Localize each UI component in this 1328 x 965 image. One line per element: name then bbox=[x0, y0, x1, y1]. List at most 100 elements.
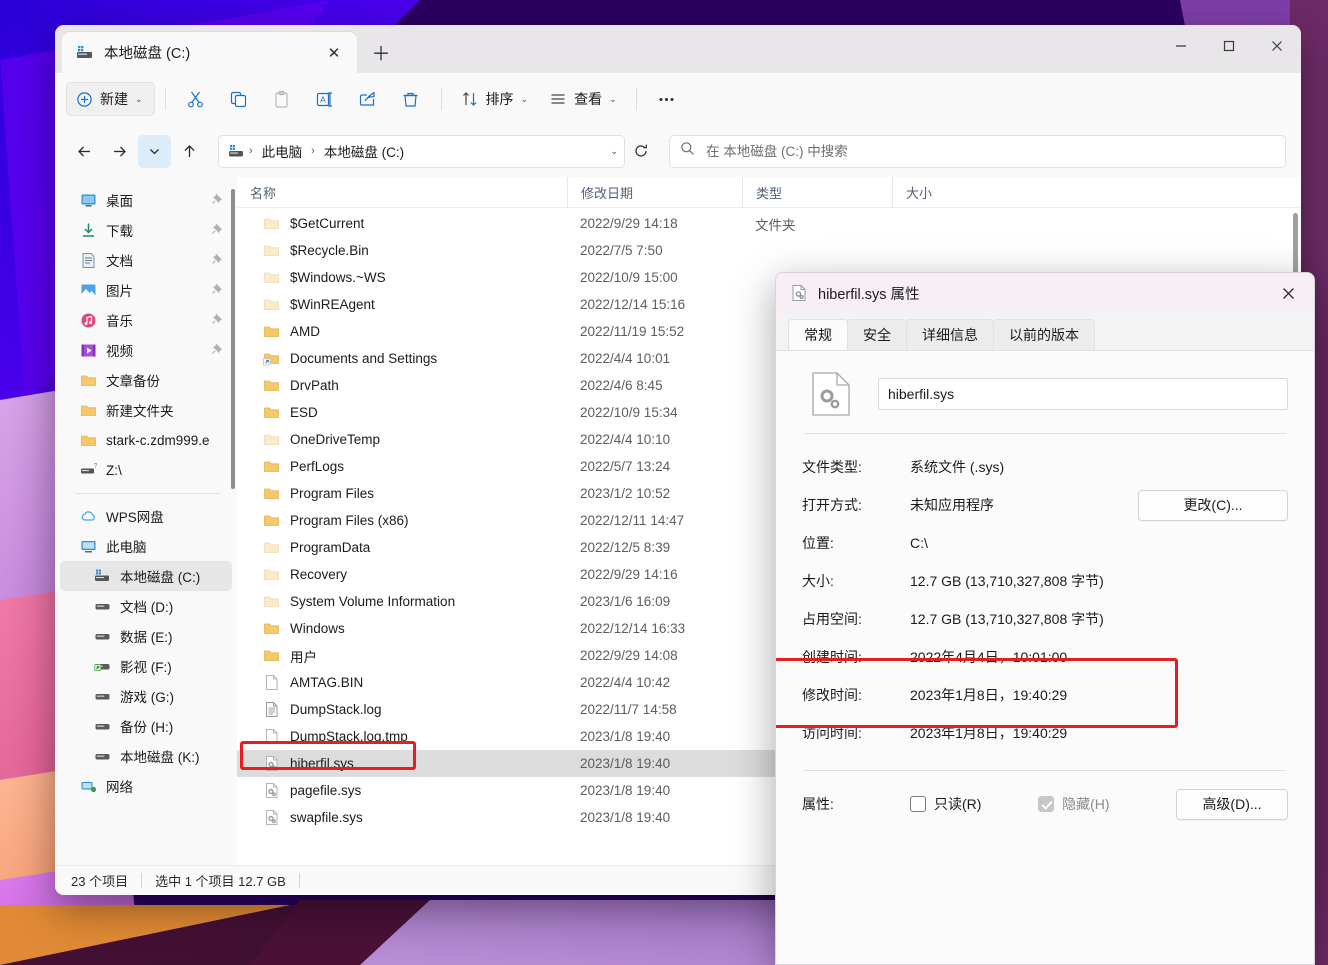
column-label: 名称 bbox=[250, 183, 276, 202]
sidebar-item-label: 桌面 bbox=[106, 190, 133, 210]
maximize-icon[interactable] bbox=[1205, 25, 1253, 67]
address-bar[interactable]: › 此电脑 › 本地磁盘 (C:) ⌄ bbox=[218, 135, 625, 168]
forward-button[interactable] bbox=[103, 135, 136, 168]
column-header-3[interactable]: 类型 bbox=[742, 177, 892, 208]
sidebar-device-6[interactable]: 影视 (F:) bbox=[60, 651, 232, 681]
readonly-checkbox[interactable]: 只读(R) bbox=[910, 794, 1038, 814]
table-row[interactable]: $Recycle.Bin2022/7/5 7:50 bbox=[237, 237, 1301, 264]
sidebar-device-7[interactable]: 游戏 (G:) bbox=[60, 681, 232, 711]
sidebar-item-4[interactable]: 图片 bbox=[60, 275, 232, 305]
sidebar-device-8[interactable]: 备份 (H:) bbox=[60, 711, 232, 741]
file-name: Program Files bbox=[290, 486, 374, 501]
chevron-down-icon: ⌄ bbox=[609, 94, 617, 105]
sidebar-item-5[interactable]: 音乐 bbox=[60, 305, 232, 335]
rename-button[interactable]: A bbox=[305, 81, 345, 117]
sort-button[interactable]: 排序 ⌄ bbox=[452, 81, 538, 117]
sidebar-device-2[interactable]: 此电脑 bbox=[60, 531, 232, 561]
sidebar-item-9[interactable]: stark-c.zdm999.e bbox=[60, 425, 232, 455]
sidebar-item-1[interactable]: 桌面 bbox=[60, 185, 232, 215]
change-button[interactable]: 更改(C)... bbox=[1138, 490, 1288, 521]
file-date: 2022/4/4 10:01 bbox=[567, 351, 742, 366]
search-box[interactable] bbox=[669, 135, 1286, 168]
attributes-label: 属性: bbox=[802, 794, 910, 814]
column-headers: 名称 ⌃ 修改日期 类型大小 bbox=[237, 177, 1301, 208]
pin-icon[interactable] bbox=[211, 252, 224, 268]
checkbox-box-checked bbox=[1038, 796, 1054, 812]
new-tab-icon[interactable]: ＋ bbox=[364, 35, 398, 69]
search-input[interactable] bbox=[706, 144, 1275, 159]
sidebar-item-3[interactable]: 文档 bbox=[60, 245, 232, 275]
column-header-2[interactable]: 修改日期 bbox=[567, 177, 742, 208]
delete-button[interactable] bbox=[391, 81, 431, 117]
sidebar-device-label: 游戏 (G:) bbox=[120, 686, 174, 706]
sidebar-item-2[interactable]: 下载 bbox=[60, 215, 232, 245]
pin-icon[interactable] bbox=[211, 282, 224, 298]
column-label: 修改日期 bbox=[581, 183, 633, 202]
file-date: 2022/10/9 15:34 bbox=[567, 405, 742, 420]
recent-locations-button[interactable] bbox=[138, 135, 171, 168]
svg-text:A: A bbox=[320, 94, 326, 104]
dialog-title: hiberfil.sys 属性 bbox=[818, 283, 1266, 304]
checkbox-box bbox=[910, 796, 926, 812]
sidebar-device-10[interactable]: 网络 bbox=[60, 771, 232, 801]
file-name-cell: Windows bbox=[237, 620, 567, 637]
devices-list: WPS网盘此电脑本地磁盘 (C:)文档 (D:)数据 (E:)影视 (F:) 游戏… bbox=[55, 501, 237, 801]
sidebar-device-3[interactable]: 本地磁盘 (C:) bbox=[60, 561, 232, 591]
advanced-button[interactable]: 高级(D)... bbox=[1176, 789, 1288, 820]
sidebar-item-8[interactable]: 新建文件夹 bbox=[60, 395, 232, 425]
minimize-icon[interactable] bbox=[1157, 25, 1205, 67]
sidebar-device-4[interactable]: 文档 (D:) bbox=[60, 591, 232, 621]
close-dialog-icon[interactable] bbox=[1266, 273, 1310, 313]
column-header-4[interactable]: 大小 bbox=[892, 177, 992, 208]
paste-button[interactable] bbox=[262, 81, 302, 117]
sidebar-device-5[interactable]: 数据 (E:) bbox=[60, 621, 232, 651]
breadcrumb-local-disk-c[interactable]: 本地磁盘 (C:) bbox=[319, 138, 409, 164]
pin-icon[interactable] bbox=[211, 312, 224, 328]
command-toolbar: 新建 ⌄ A 排序 ⌄ 查看 ⌄ bbox=[55, 73, 1301, 125]
sidebar-item-10[interactable]: ?Z:\ bbox=[60, 455, 232, 485]
close-tab-icon[interactable]: ✕ bbox=[321, 40, 347, 66]
tab-local-disk-c[interactable]: 本地磁盘 (C:) ✕ bbox=[62, 32, 357, 73]
table-row[interactable]: $GetCurrent2022/9/29 14:18文件夹 bbox=[237, 210, 1301, 237]
sidebar-item-7[interactable]: 文章备份 bbox=[60, 365, 232, 395]
sidebar-device-9[interactable]: 本地磁盘 (K:) bbox=[60, 741, 232, 771]
windows-drive-icon bbox=[94, 568, 111, 585]
up-button[interactable] bbox=[173, 135, 206, 168]
refresh-button[interactable] bbox=[627, 138, 655, 165]
dialog-tab-4[interactable]: 以前的版本 bbox=[993, 319, 1095, 350]
copy-button[interactable] bbox=[219, 81, 259, 117]
sidebar-item-6[interactable]: 视频 bbox=[60, 335, 232, 365]
more-options-button[interactable] bbox=[647, 81, 687, 117]
sort-ascending-icon: ⌃ bbox=[400, 177, 409, 185]
sidebar-device-label: 备份 (H:) bbox=[120, 716, 173, 736]
file-name-cell: Documents and Settings bbox=[237, 350, 567, 367]
file-name: ProgramData bbox=[290, 540, 370, 555]
cut-button[interactable] bbox=[176, 81, 216, 117]
sidebar-device-1[interactable]: WPS网盘 bbox=[60, 501, 232, 531]
toolbar-divider-3 bbox=[636, 88, 637, 110]
pin-icon[interactable] bbox=[211, 342, 224, 358]
folder-dim-icon bbox=[263, 431, 280, 448]
chevron-down-icon[interactable]: ⌄ bbox=[610, 146, 618, 157]
field-label: 文件类型: bbox=[802, 457, 910, 477]
folder-dim-icon bbox=[263, 269, 280, 286]
dialog-tab-2[interactable]: 安全 bbox=[847, 319, 907, 350]
back-button[interactable] bbox=[68, 135, 101, 168]
share-button[interactable] bbox=[348, 81, 388, 117]
column-header-1[interactable]: 名称 ⌃ bbox=[237, 177, 567, 208]
dialog-tab-3[interactable]: 详细信息 bbox=[906, 319, 994, 350]
dialog-tab-1[interactable]: 常规 bbox=[788, 319, 848, 350]
pin-icon[interactable] bbox=[211, 192, 224, 208]
documents-icon bbox=[80, 252, 97, 269]
view-button[interactable]: 查看 ⌄ bbox=[540, 81, 626, 117]
file-text-icon bbox=[263, 701, 280, 718]
close-window-icon[interactable] bbox=[1253, 25, 1301, 67]
breadcrumb-this-pc[interactable]: 此电脑 bbox=[257, 138, 308, 164]
new-button[interactable]: 新建 ⌄ bbox=[66, 82, 155, 116]
filename-input[interactable]: hiberfil.sys bbox=[878, 378, 1288, 410]
file-blank-icon bbox=[263, 674, 280, 691]
dialog-field-1: 文件类型:系统文件 (.sys) bbox=[802, 448, 1288, 486]
sidebar-scrollbar[interactable] bbox=[231, 189, 235, 489]
dialog-title-bar: hiberfil.sys 属性 bbox=[776, 273, 1314, 313]
pin-icon[interactable] bbox=[211, 222, 224, 238]
